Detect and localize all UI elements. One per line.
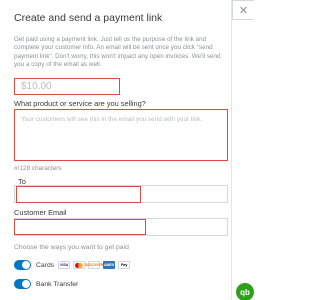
panel-title: Create and send a payment link: [14, 12, 163, 24]
discover-icon: DISCOVER: [84, 261, 104, 269]
amount-input[interactable]: $10.00: [14, 78, 120, 95]
cards-toggle[interactable]: [14, 260, 31, 270]
product-textarea[interactable]: Your customers will see this in the emai…: [14, 109, 228, 161]
character-count: #/128 characters: [14, 165, 62, 172]
close-icon[interactable]: ✕: [232, 0, 254, 20]
cards-row: Cards VISA DISCOVER AMEX Pay: [14, 259, 133, 271]
amex-icon: AMEX: [103, 261, 116, 269]
bank-transfer-toggle[interactable]: [14, 279, 31, 289]
panel-description: Get paid using a payment link. Just tell…: [14, 36, 221, 69]
visa-icon: VISA: [58, 261, 71, 269]
payment-link-panel: Create and send a payment link Get paid …: [0, 0, 232, 300]
to-input-highlight: [16, 186, 141, 203]
mastercard-icon: [73, 261, 86, 269]
payment-methods-label: Choose the ways you want to get paid: [14, 244, 129, 251]
product-label: What product or service are you selling?: [14, 99, 146, 108]
bank-transfer-label: Bank Transfer: [36, 280, 79, 288]
customer-email-highlight: [14, 219, 146, 235]
cards-label: Cards: [36, 261, 55, 269]
quickbooks-logo: qb: [236, 283, 254, 300]
customer-email-label: Customer Email: [14, 208, 67, 217]
bank-transfer-row: Bank Transfer: [14, 278, 82, 290]
apple-pay-icon: Pay: [118, 261, 131, 269]
